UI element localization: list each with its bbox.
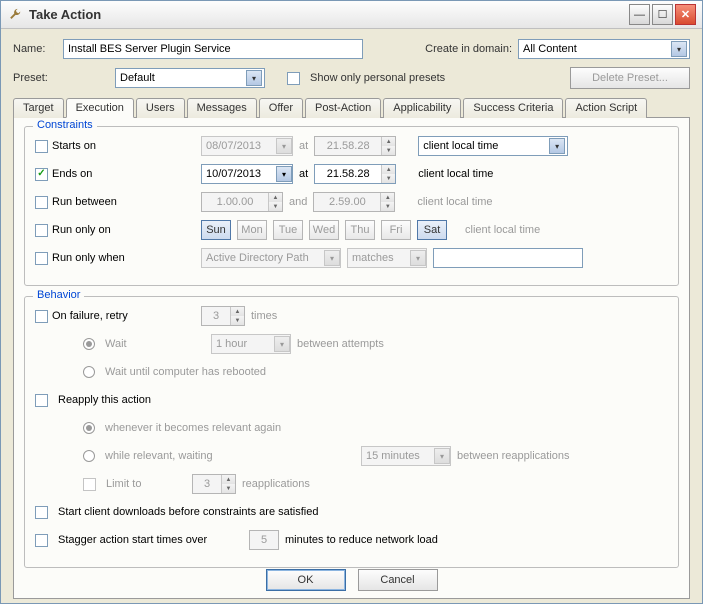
chevron-down-icon: ▾ — [434, 448, 450, 464]
ends-tz-label: client local time — [418, 168, 493, 180]
retry-times-input: 3 ▲▼ — [201, 306, 245, 326]
run-between-label: Run between — [52, 196, 117, 208]
stagger-label: Stagger action start times over — [58, 534, 243, 546]
tab-target[interactable]: Target — [13, 98, 64, 118]
chevron-down-icon: ▾ — [549, 138, 565, 154]
ends-date-input[interactable]: 10/07/2013▾ — [201, 164, 293, 184]
timezone-select[interactable]: client local time ▾ — [418, 136, 568, 156]
run-only-when-value[interactable] — [433, 248, 583, 268]
day-mon[interactable]: Mon — [237, 220, 267, 240]
tab-post-action[interactable]: Post-Action — [305, 98, 381, 118]
run-only-when-label: Run only when — [52, 252, 125, 264]
run-only-when-op: matches▾ — [347, 248, 427, 268]
tab-users[interactable]: Users — [136, 98, 185, 118]
tab-success-criteria[interactable]: Success Criteria — [463, 98, 563, 118]
behavior-fieldset: Behavior On failure, retry 3 ▲▼ times Wa… — [24, 296, 679, 568]
domain-select-value: All Content — [523, 43, 577, 55]
domain-select[interactable]: All Content ▾ — [518, 39, 690, 59]
limit-to-input: 3 ▲▼ — [192, 474, 236, 494]
wrench-icon — [7, 7, 23, 23]
stagger-input: 5 — [249, 530, 279, 550]
preset-label: Preset: — [13, 72, 57, 84]
minimize-button[interactable]: — — [629, 4, 650, 25]
name-input[interactable] — [63, 39, 363, 59]
run-only-on-label: Run only on — [52, 224, 111, 236]
execution-panel: Constraints Starts on 08/07/2013▾ at 21.… — [13, 117, 690, 599]
ends-time-input[interactable]: 21.58.28 ▲▼ — [314, 164, 396, 184]
day-sat[interactable]: Sat — [417, 220, 447, 240]
starts-on-label: Starts on — [52, 140, 96, 152]
ends-on-checkbox[interactable] — [35, 168, 48, 181]
day-thu[interactable]: Thu — [345, 220, 375, 240]
starts-on-checkbox[interactable] — [35, 140, 48, 153]
domain-label: Create in domain: — [425, 43, 512, 55]
chevron-down-icon: ▾ — [276, 138, 292, 154]
chevron-down-icon: ▾ — [276, 166, 292, 182]
day-wed[interactable]: Wed — [309, 220, 339, 240]
preset-select-value: Default — [120, 72, 155, 84]
chevron-down-icon: ▾ — [410, 250, 426, 266]
on-failure-label: On failure, retry — [52, 310, 128, 322]
stagger-checkbox[interactable] — [35, 534, 48, 547]
on-failure-checkbox[interactable] — [35, 310, 48, 323]
start-downloads-checkbox[interactable] — [35, 506, 48, 519]
reapply-duration: 15 minutes▾ — [361, 446, 451, 466]
take-action-window: Take Action — ☐ ✕ Name: Create in domain… — [0, 0, 703, 604]
delete-preset-button: Delete Preset... — [570, 67, 690, 89]
tab-execution[interactable]: Execution — [66, 98, 134, 118]
chevron-down-icon: ▾ — [246, 70, 262, 86]
reapply-label: Reapply this action — [58, 394, 151, 406]
show-personal-checkbox[interactable] — [287, 72, 300, 85]
ends-on-label: Ends on — [52, 168, 92, 180]
wait-reboot-radio — [83, 366, 95, 378]
wait-reboot-label: Wait until computer has rebooted — [105, 366, 266, 378]
tab-messages[interactable]: Messages — [187, 98, 257, 118]
run-between-checkbox[interactable] — [35, 196, 48, 209]
tab-action-script[interactable]: Action Script — [565, 98, 647, 118]
wait-label: Wait — [105, 338, 205, 350]
titlebar: Take Action — ☐ ✕ — [1, 1, 702, 29]
run-only-when-attr: Active Directory Path▾ — [201, 248, 341, 268]
wait-duration: 1 hour▾ — [211, 334, 291, 354]
stagger-tail-label: minutes to reduce network load — [285, 534, 438, 546]
reapply-checkbox[interactable] — [35, 394, 48, 407]
chevron-down-icon: ▾ — [274, 336, 290, 352]
tab-applicability[interactable]: Applicability — [383, 98, 461, 118]
constraints-legend: Constraints — [33, 119, 97, 131]
whenever-radio — [83, 422, 95, 434]
constraints-fieldset: Constraints Starts on 08/07/2013▾ at 21.… — [24, 126, 679, 286]
show-personal-label: Show only personal presets — [310, 72, 445, 84]
while-relevant-label: while relevant, waiting — [105, 450, 355, 462]
day-fri[interactable]: Fri — [381, 220, 411, 240]
day-sun[interactable]: Sun — [201, 220, 231, 240]
run-between-from: 1.00.00 ▲▼ — [201, 192, 283, 212]
maximize-button[interactable]: ☐ — [652, 4, 673, 25]
limit-to-label: Limit to — [106, 478, 186, 490]
behavior-legend: Behavior — [33, 289, 84, 301]
cancel-button[interactable]: Cancel — [358, 569, 438, 591]
name-label: Name: — [13, 43, 57, 55]
day-tue[interactable]: Tue — [273, 220, 303, 240]
run-only-on-checkbox[interactable] — [35, 224, 48, 237]
starts-time-input: 21.58.28 ▲▼ — [314, 136, 396, 156]
close-button[interactable]: ✕ — [675, 4, 696, 25]
while-relevant-radio — [83, 450, 95, 462]
chevron-down-icon: ▾ — [324, 250, 340, 266]
preset-select[interactable]: Default ▾ — [115, 68, 265, 88]
tabs: Target Execution Users Messages Offer Po… — [13, 97, 690, 117]
wait-radio — [83, 338, 95, 350]
limit-to-checkbox — [83, 478, 96, 491]
chevron-down-icon: ▾ — [671, 41, 687, 57]
run-only-when-checkbox[interactable] — [35, 252, 48, 265]
window-title: Take Action — [29, 7, 629, 22]
dialog-footer: OK Cancel — [1, 569, 702, 591]
whenever-label: whenever it becomes relevant again — [105, 422, 281, 434]
starts-date-input: 08/07/2013▾ — [201, 136, 293, 156]
ok-button[interactable]: OK — [266, 569, 346, 591]
start-downloads-label: Start client downloads before constraint… — [58, 506, 318, 518]
tab-offer[interactable]: Offer — [259, 98, 303, 118]
run-between-to: 2.59.00 ▲▼ — [313, 192, 395, 212]
